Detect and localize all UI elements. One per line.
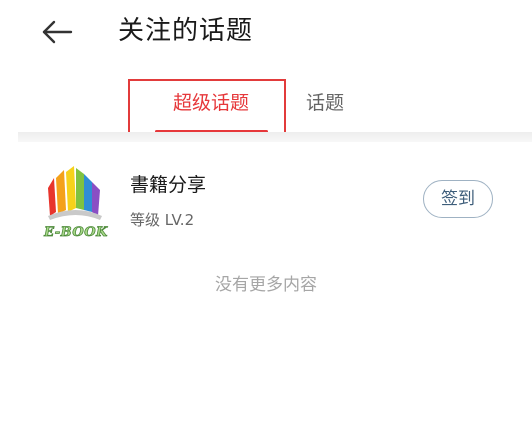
checkin-button[interactable]: 签到 xyxy=(423,180,493,218)
page-title: 关注的话题 xyxy=(118,16,254,46)
list-end-message: 没有更多内容 xyxy=(215,275,317,295)
topic-avatar: E-BOOK xyxy=(38,164,114,242)
topic-level: 等级 LV.2 xyxy=(130,211,195,229)
svg-text:E-BOOK: E-BOOK xyxy=(43,225,108,240)
followed-topics-page: 关注的话题 超级话题 话题 E-BOOK 書籍分享 等级 LV.2 签到 没有更… xyxy=(0,0,532,426)
back-button[interactable] xyxy=(40,14,76,50)
tab-bar: 超级话题 话题 xyxy=(0,70,532,133)
tab-super-topic[interactable]: 超级话题 xyxy=(173,90,249,116)
header: 关注的话题 xyxy=(0,0,532,70)
arrow-left-icon xyxy=(42,20,73,44)
tab-topic[interactable]: 话题 xyxy=(306,90,344,116)
topic-list-item[interactable]: E-BOOK 書籍分享 等级 LV.2 签到 xyxy=(18,142,532,254)
e-book-logo-icon: E-BOOK xyxy=(43,166,108,240)
section-divider xyxy=(18,132,532,142)
topic-name: 書籍分享 xyxy=(130,174,207,196)
